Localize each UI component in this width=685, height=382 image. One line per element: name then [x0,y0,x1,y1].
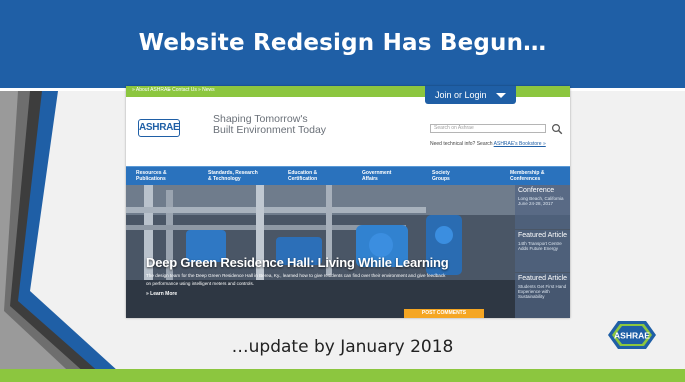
slide-title: Website Redesign Has Begun… [138,30,547,56]
join-login-button[interactable]: Join or Login [425,86,516,104]
help-text: Need technical info? Search ASHRAE's Boo… [430,141,546,147]
nav-society[interactable]: Society Groups [432,170,450,182]
search-icon[interactable] [551,123,563,135]
nav-resources-line2: Publications [136,176,166,182]
side-panel-conference[interactable]: Conference Long Beach, California June 2… [515,185,570,229]
ashrae-logo-text: ASHRAE [139,122,180,133]
nav-standards-line2: & Technology [208,176,241,182]
site-tagline: Shaping Tomorrow's Built Environment Tod… [213,114,326,136]
nav-membership-line2: Conferences [510,176,541,182]
nav-membership[interactable]: Membership & Conferences [510,170,544,182]
side-panel-featured-2[interactable]: Featured Article Students Get First Hand… [515,273,570,318]
nav-government[interactable]: Government Affairs [362,170,391,182]
nav-education-line2: Certification [288,176,318,182]
side-panel-featured-1[interactable]: Featured Article 14th Transport Centre A… [515,230,570,272]
bottom-accent-band [0,369,685,382]
side-panel-title: Featured Article [518,232,568,239]
tagline-line2: Built Environment Today [213,124,327,136]
top-nav-about[interactable]: » About ASHRAE [132,87,171,93]
side-panel-detail: Students Get First Hand Experience with … [518,284,567,299]
post-comments-button[interactable]: POST COMMENTS [404,309,484,318]
website-screenshot: » About ASHRAE » Contact Us » News Join … [126,86,570,318]
chevron-down-icon [496,93,506,98]
nav-resources[interactable]: Resources & Publications [136,170,167,182]
top-nav-news[interactable]: » News [198,87,215,93]
search-input[interactable]: Search on Ashrae [430,124,546,133]
nav-government-line2: Affairs [362,176,378,182]
nav-education[interactable]: Education & Certification [288,170,317,182]
hero-photo [126,185,570,318]
bookstore-link[interactable]: ASHRAE's Bookstore » [494,141,546,147]
learn-more-link[interactable]: » Learn More [146,291,177,297]
side-panel-title: Conference [518,187,555,194]
hero-headline[interactable]: Deep Green Residence Hall: Living While … [146,255,449,270]
main-nav: Resources & Publications Standards, Rese… [126,166,570,185]
ashrae-logo[interactable]: ASHRAE [138,119,180,137]
side-panel-detail: Long Beach, California June 24-28, 2017 [518,196,564,206]
side-panel-title: Featured Article [518,275,568,282]
ashrae-corner-logo: ASHRAE [608,321,656,349]
help-text-label: Need technical info? Search [430,141,494,147]
slide-subtitle: …update by January 2018 [231,337,454,357]
hero-banner[interactable]: Conference Long Beach, California June 2… [126,185,570,318]
nav-standards[interactable]: Standards, Research & Technology [208,170,258,182]
nav-society-line2: Groups [432,176,450,182]
title-bar: Website Redesign Has Begun… [0,0,685,91]
slide: Website Redesign Has Begun… » About ASHR… [0,0,685,382]
top-nav-contact[interactable]: » Contact Us [168,87,197,93]
corner-logo-text: ASHRAE [614,331,650,341]
join-login-label: Join or Login [435,90,487,100]
side-panel-detail: 14th Transport Centre Adds Future Energy [518,241,562,251]
hero-body: The design team for the Deep Green Resid… [146,273,446,286]
